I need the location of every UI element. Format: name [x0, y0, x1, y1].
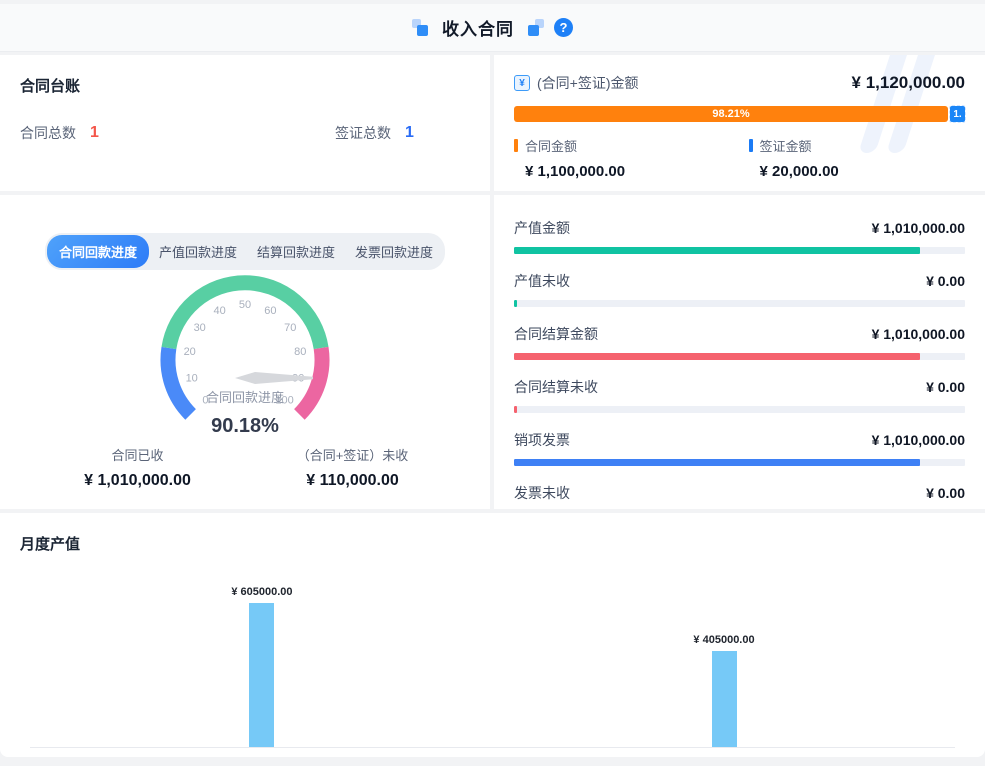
progress-row-amount: ¥ 0.00	[926, 273, 965, 289]
amount-ratio-bar: 98.21% 1.	[514, 106, 965, 122]
recovery-stat-amount: ¥ 110,000.00	[245, 472, 460, 490]
recovery-stat-amount: ¥ 1,010,000.00	[30, 472, 245, 490]
amount-legend-item: 签证金额 ¥ 20,000.00	[749, 136, 839, 180]
progress-fill	[514, 247, 920, 254]
income-contract-dashboard: 收入合同 ? 合同台账 合同总数 1 签证总数 1 ¥ (合同+签证)金额 ¥ 1,1…	[0, 0, 985, 766]
ledger-stat: 签证总数 1	[335, 123, 414, 143]
progress-fill	[514, 353, 920, 360]
progress-row: 销项发票 ¥ 1,010,000.00	[514, 413, 965, 466]
tab-发票回款进度[interactable]: 发票回款进度	[345, 236, 443, 267]
svg-text:60: 60	[264, 305, 276, 317]
progress-row: 产值金额 ¥ 1,010,000.00	[514, 201, 965, 254]
amount-legend: 合同金额 ¥ 1,100,000.00 签证金额 ¥ 20,000.00	[514, 136, 965, 184]
amount-summary-panel: ¥ (合同+签证)金额 ¥ 1,120,000.00 98.21% 1. 合同金…	[494, 55, 985, 191]
monthly-title: 月度产值	[20, 533, 965, 554]
recovery-stat-label: 合同已收	[30, 445, 245, 464]
dashboard-grid: 合同台账 合同总数 1 签证总数 1 ¥ (合同+签证)金额 ¥ 1,120,000.…	[0, 55, 985, 757]
tab-结算回款进度[interactable]: 结算回款进度	[247, 236, 345, 267]
bar-value-label: ¥ 405000.00	[693, 634, 754, 646]
progress-track	[514, 247, 965, 254]
tab-产值回款进度[interactable]: 产值回款进度	[149, 236, 247, 267]
progress-track	[514, 459, 965, 466]
visa-share-bar: 1.	[950, 106, 965, 122]
monthly-output-panel: 月度产值 ¥ 605000.00 7月 ¥ 405000.00 8月	[0, 513, 985, 757]
progress-row-label: 合同结算未收	[514, 377, 598, 397]
ledger-stat-label: 合同总数	[20, 123, 76, 143]
progress-row-amount: ¥ 0.00	[926, 379, 965, 395]
svg-text:80: 80	[294, 346, 306, 358]
bar-value-label: ¥ 605000.00	[231, 586, 292, 598]
progress-row-amount: ¥ 1,010,000.00	[872, 326, 965, 342]
recovery-progress-panel: 合同回款进度产值回款进度结算回款进度发票回款进度 010203040506070…	[0, 195, 490, 509]
svg-text:90.18%: 90.18%	[211, 415, 279, 437]
bar-8月	[712, 651, 737, 747]
progress-row-amount: ¥ 1,010,000.00	[872, 220, 965, 236]
progress-row-amount: ¥ 0.00	[926, 485, 965, 501]
amount-summary-label: (合同+签证)金额	[537, 73, 639, 93]
recovery-stat-label: （合同+签证）未收	[245, 445, 460, 464]
progress-track	[514, 406, 965, 413]
progress-track	[514, 353, 965, 360]
title-decor-right-icon	[524, 19, 544, 37]
contract-share-bar: 98.21%	[514, 106, 948, 122]
legend-amount: ¥ 20,000.00	[749, 163, 839, 180]
x-tick-label: 8月	[714, 753, 734, 757]
recovery-stat: （合同+签证）未收 ¥ 110,000.00	[245, 445, 460, 490]
tab-合同回款进度[interactable]: 合同回款进度	[47, 235, 149, 268]
recovery-tabs: 合同回款进度产值回款进度结算回款进度发票回款进度	[45, 233, 445, 270]
svg-text:20: 20	[184, 346, 196, 358]
monthly-bar-chart: ¥ 605000.00 7月 ¥ 405000.00 8月	[20, 558, 965, 754]
recovery-gauge-chart: 0102030405060708090100合同回款进度90.18%	[0, 272, 490, 445]
progress-row-label: 产值未收	[514, 271, 570, 291]
recovery-stat: 合同已收 ¥ 1,010,000.00	[30, 445, 245, 490]
contract-ledger-panel: 合同台账 合同总数 1 签证总数 1	[0, 55, 490, 191]
svg-text:40: 40	[213, 305, 225, 317]
ledger-stat: 合同总数 1	[20, 123, 99, 143]
help-icon[interactable]: ?	[554, 18, 573, 37]
legend-marker	[514, 139, 518, 152]
legend-label: 签证金额	[760, 136, 812, 155]
yuan-clipboard-icon: ¥	[514, 75, 530, 91]
recovery-stats: 合同已收 ¥ 1,010,000.00（合同+签证）未收 ¥ 110,000.00	[0, 445, 490, 490]
page-header: 收入合同 ?	[0, 4, 985, 52]
page-title: 收入合同	[442, 15, 514, 40]
progress-track	[514, 300, 965, 307]
progress-row: 发票未收 ¥ 0.00	[514, 466, 965, 509]
progress-row: 产值未收 ¥ 0.00	[514, 254, 965, 307]
bar-7月	[249, 603, 274, 747]
ledger-stats: 合同总数 1 签证总数 1	[20, 123, 470, 143]
title-decor-left-icon	[412, 19, 432, 37]
ledger-stat-value: 1	[90, 124, 99, 142]
svg-text:10: 10	[186, 372, 198, 384]
progress-row-label: 发票未收	[514, 483, 570, 503]
amount-summary-total: ¥ 1,120,000.00	[852, 73, 965, 93]
ledger-title: 合同台账	[20, 75, 470, 96]
svg-text:70: 70	[284, 322, 296, 334]
legend-amount: ¥ 1,100,000.00	[514, 163, 625, 180]
progress-fill	[514, 459, 920, 466]
value-progress-panel: 产值金额 ¥ 1,010,000.00 产值未收 ¥ 0.00 合同结算金额 ¥ 1,01…	[494, 195, 985, 509]
progress-row: 合同结算未收 ¥ 0.00	[514, 360, 965, 413]
legend-label: 合同金额	[525, 136, 577, 155]
progress-fill	[514, 406, 517, 413]
progress-fill	[514, 300, 517, 307]
progress-row-label: 合同结算金额	[514, 324, 598, 344]
progress-row-amount: ¥ 1,010,000.00	[872, 432, 965, 448]
amount-legend-item: 合同金额 ¥ 1,100,000.00	[514, 136, 625, 180]
ledger-stat-value: 1	[405, 124, 414, 142]
progress-row-label: 产值金额	[514, 218, 570, 238]
x-axis-line	[30, 747, 955, 748]
progress-row: 合同结算金额 ¥ 1,010,000.00	[514, 307, 965, 360]
svg-text:50: 50	[239, 299, 251, 311]
svg-text:合同回款进度: 合同回款进度	[206, 390, 284, 405]
svg-text:30: 30	[194, 322, 206, 334]
x-tick-label: 7月	[252, 753, 272, 757]
progress-row-label: 销项发票	[514, 430, 570, 450]
ledger-stat-label: 签证总数	[335, 123, 391, 143]
legend-marker	[749, 139, 753, 152]
